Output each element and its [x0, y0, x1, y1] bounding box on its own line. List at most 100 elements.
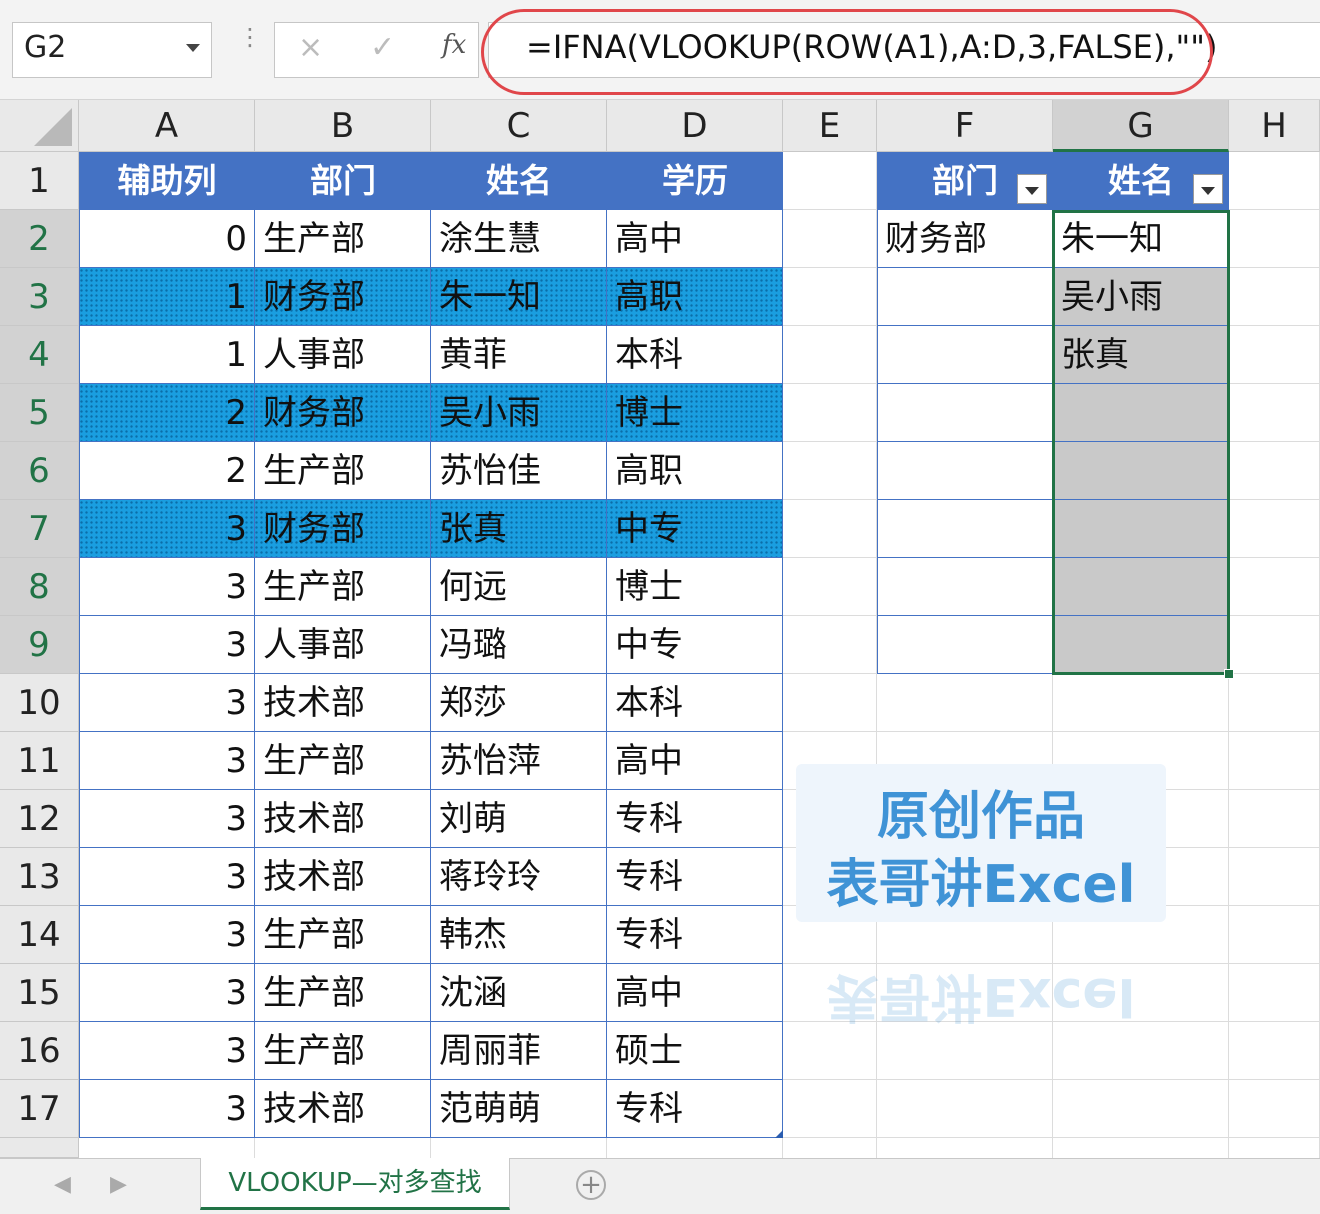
insert-function-icon[interactable]: fx [442, 30, 466, 60]
table-cell[interactable]: 专科 [607, 906, 783, 964]
sheet-nav-left-icon[interactable]: ◀ [54, 1172, 71, 1197]
column-header-a[interactable]: A [79, 100, 255, 152]
table-cell[interactable]: 2 [79, 384, 255, 442]
column-header-g[interactable]: G [1053, 100, 1229, 152]
table-cell[interactable]: 范萌萌 [431, 1080, 607, 1138]
lookup-dept-input[interactable]: 财务部 [877, 210, 1053, 268]
table-cell[interactable]: 3 [79, 964, 255, 1022]
enter-icon[interactable]: ✓ [370, 30, 395, 65]
table-cell[interactable]: 高职 [607, 268, 783, 326]
row-header-8[interactable]: 8 [0, 558, 79, 616]
more-options-icon[interactable]: ⋮ [238, 25, 262, 49]
table-cell[interactable]: 3 [79, 732, 255, 790]
table-cell[interactable]: 3 [79, 616, 255, 674]
table-cell[interactable]: 技术部 [255, 674, 431, 732]
table-cell[interactable]: 0 [79, 210, 255, 268]
table-cell[interactable]: 苏怡萍 [431, 732, 607, 790]
table-cell[interactable]: 3 [79, 558, 255, 616]
table-cell[interactable]: 3 [79, 906, 255, 964]
sheet-nav-right-icon[interactable]: ▶ [110, 1172, 127, 1197]
table-cell[interactable]: 人事部 [255, 616, 431, 674]
table-cell[interactable]: 财务部 [255, 384, 431, 442]
row-header-2[interactable]: 2 [0, 210, 79, 268]
row-header-12[interactable]: 12 [0, 790, 79, 848]
table-cell[interactable]: 博士 [607, 384, 783, 442]
table-cell[interactable]: 博士 [607, 558, 783, 616]
table-cell[interactable]: 3 [79, 674, 255, 732]
row-header-4[interactable]: 4 [0, 326, 79, 384]
row-header-5[interactable]: 5 [0, 384, 79, 442]
table-cell[interactable]: 中专 [607, 616, 783, 674]
table-cell[interactable]: 技术部 [255, 848, 431, 906]
table-cell[interactable]: 生产部 [255, 442, 431, 500]
table-cell[interactable]: 沈涵 [431, 964, 607, 1022]
table-cell[interactable]: 何远 [431, 558, 607, 616]
table-cell[interactable]: 郑莎 [431, 674, 607, 732]
column-header-e[interactable]: E [783, 100, 877, 152]
table-cell[interactable]: 高中 [607, 964, 783, 1022]
row-header-11[interactable]: 11 [0, 732, 79, 790]
column-header-c[interactable]: C [431, 100, 607, 152]
table-cell[interactable]: 韩杰 [431, 906, 607, 964]
table-cell[interactable]: 朱一知 [431, 268, 607, 326]
row-header-7[interactable]: 7 [0, 500, 79, 558]
fill-handle[interactable] [1224, 669, 1234, 679]
row-header-1[interactable]: 1 [0, 152, 79, 210]
table-cell[interactable]: 蒋玲玲 [431, 848, 607, 906]
row-header-16[interactable]: 16 [0, 1022, 79, 1080]
table-cell[interactable]: 3 [79, 790, 255, 848]
table-cell[interactable]: 高中 [607, 732, 783, 790]
table-cell[interactable]: 生产部 [255, 732, 431, 790]
table-cell[interactable]: 1 [79, 326, 255, 384]
row-header-14[interactable]: 14 [0, 906, 79, 964]
table-cell[interactable]: 财务部 [255, 500, 431, 558]
table-cell[interactable]: 专科 [607, 1080, 783, 1138]
table-cell[interactable]: 3 [79, 1080, 255, 1138]
table-cell[interactable]: 生产部 [255, 964, 431, 1022]
row-header-17[interactable]: 17 [0, 1080, 79, 1138]
column-header-d[interactable]: D [607, 100, 783, 152]
table-cell[interactable]: 2 [79, 442, 255, 500]
table-cell[interactable]: 苏怡佳 [431, 442, 607, 500]
table-cell[interactable]: 生产部 [255, 906, 431, 964]
table-cell[interactable]: 冯璐 [431, 616, 607, 674]
table-cell[interactable]: 技术部 [255, 790, 431, 848]
table-cell[interactable]: 本科 [607, 326, 783, 384]
row-header-6[interactable]: 6 [0, 442, 79, 500]
table-resize-handle-icon[interactable] [775, 1130, 783, 1138]
table-cell[interactable]: 生产部 [255, 210, 431, 268]
row-header-3[interactable]: 3 [0, 268, 79, 326]
table-cell[interactable]: 周丽菲 [431, 1022, 607, 1080]
table-cell[interactable]: 财务部 [255, 268, 431, 326]
row-header-10[interactable]: 10 [0, 674, 79, 732]
table-cell[interactable]: 高职 [607, 442, 783, 500]
table-cell[interactable]: 3 [79, 1022, 255, 1080]
table-cell[interactable]: 专科 [607, 848, 783, 906]
name-box-dropdown-icon[interactable] [186, 44, 200, 52]
table-cell[interactable]: 人事部 [255, 326, 431, 384]
table-cell[interactable]: 3 [79, 500, 255, 558]
table-cell[interactable]: 硕士 [607, 1022, 783, 1080]
column-header-h[interactable]: H [1229, 100, 1320, 152]
table-cell[interactable]: 涂生慧 [431, 210, 607, 268]
table-cell[interactable]: 生产部 [255, 1022, 431, 1080]
column-header-b[interactable]: B [255, 100, 431, 152]
add-sheet-icon[interactable]: + [576, 1170, 606, 1200]
table-cell[interactable]: 黄菲 [431, 326, 607, 384]
table-cell[interactable]: 专科 [607, 790, 783, 848]
table-cell[interactable]: 3 [79, 848, 255, 906]
table-cell[interactable]: 1 [79, 268, 255, 326]
column-header-f[interactable]: F [877, 100, 1053, 152]
sheet-tab-active[interactable]: VLOOKUP—对多查找 [200, 1158, 510, 1210]
table-cell[interactable]: 吴小雨 [431, 384, 607, 442]
row-header-15[interactable]: 15 [0, 964, 79, 1022]
table-cell[interactable]: 本科 [607, 674, 783, 732]
table-cell[interactable]: 高中 [607, 210, 783, 268]
row-header-9[interactable]: 9 [0, 616, 79, 674]
table-cell[interactable]: 中专 [607, 500, 783, 558]
row-header-13[interactable]: 13 [0, 848, 79, 906]
table-cell[interactable]: 张真 [431, 500, 607, 558]
table-cell[interactable]: 生产部 [255, 558, 431, 616]
table-cell[interactable]: 技术部 [255, 1080, 431, 1138]
table-cell[interactable]: 刘萌 [431, 790, 607, 848]
